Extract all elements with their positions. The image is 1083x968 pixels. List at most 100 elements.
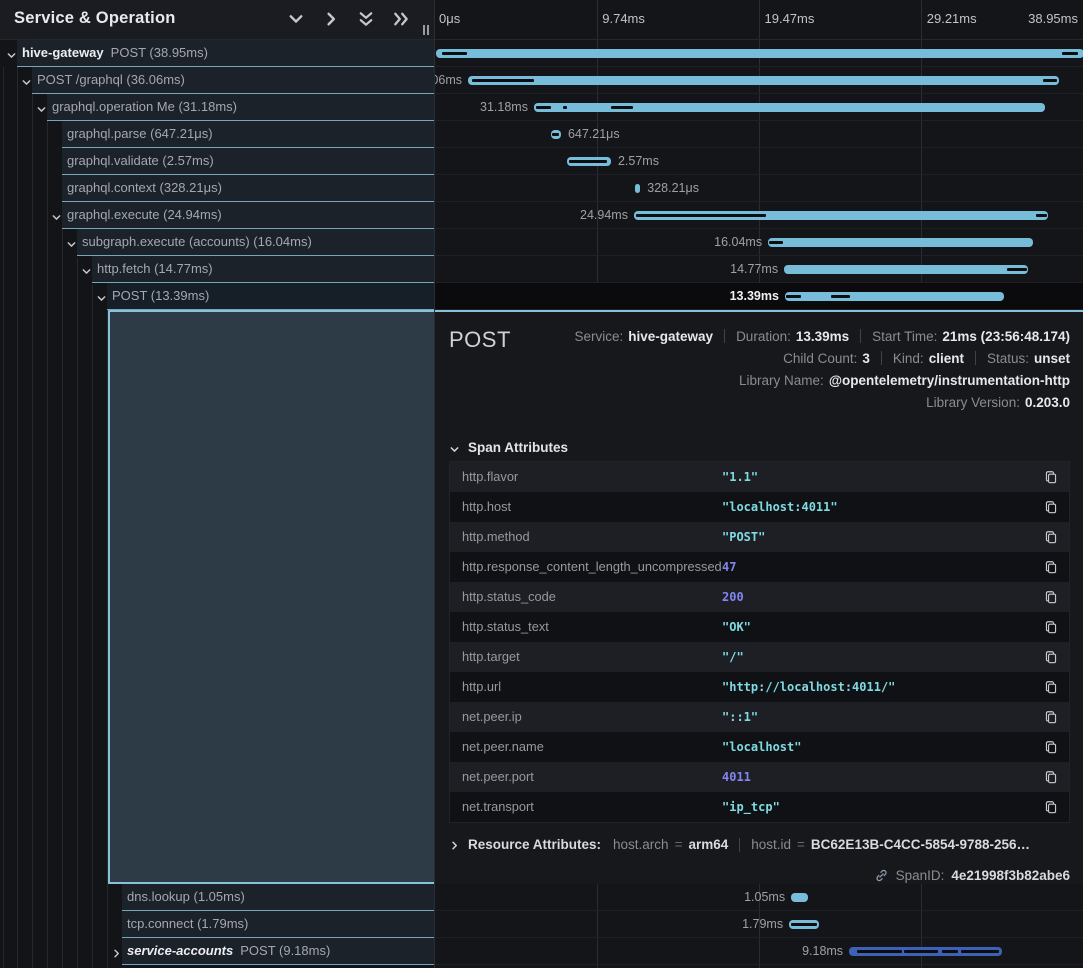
panel-resize-grip[interactable] [423, 25, 429, 35]
span-row-post[interactable]: POST (13.39ms) [0, 283, 434, 310]
span-detail-header-line: Library Name:@opentelemetry/instrumentat… [574, 369, 1070, 391]
timeline-row-graphql-validate: 2.57ms [435, 148, 1083, 175]
timeline-row-post: 13.39ms [435, 283, 1083, 310]
tree-indent-guide [77, 258, 78, 968]
span-detail-panel: POST Service:hive-gatewayDuration:13.39m… [435, 310, 1083, 884]
span-duration-label: 24.94ms [580, 202, 628, 229]
field-label: Start Time: [872, 329, 937, 344]
child-span-mark [1036, 214, 1047, 217]
copy-icon[interactable] [1044, 770, 1058, 784]
double-chevron-down-icon[interactable] [357, 10, 375, 28]
span-row-graphql-context[interactable]: graphql.context (328.21μs) [0, 175, 434, 202]
trace-viewer: Service & Operation hive-gatewayPOST (38… [0, 0, 1083, 968]
chevron-down-icon[interactable] [21, 75, 32, 86]
chevron-down-icon[interactable] [6, 48, 17, 59]
page-title: Service & Operation [14, 9, 176, 28]
resource-key: host.arch [613, 837, 669, 852]
span-row-label: graphql.execute (24.94ms) [67, 202, 430, 228]
resource-value: arm64 [688, 837, 728, 852]
span-bar-post[interactable] [785, 292, 1004, 301]
operation-name: POST (13.39ms) [112, 288, 209, 303]
attribute-key: http.target [462, 642, 520, 672]
span-row-tcp-connect[interactable]: tcp.connect (1.79ms) [0, 911, 434, 938]
resource-key: host.id [751, 837, 791, 852]
copy-icon[interactable] [1044, 710, 1058, 724]
chevron-down-icon[interactable] [449, 442, 460, 453]
attribute-row-http-status-code: http.status_code200 [450, 582, 1069, 612]
span-row-dns-lookup[interactable]: dns.lookup (1.05ms) [0, 884, 434, 911]
chevron-down-icon[interactable] [36, 102, 47, 113]
timeline-tick: 38.95ms [1028, 11, 1078, 26]
copy-icon[interactable] [1044, 530, 1058, 544]
span-bar-dns-lookup[interactable] [791, 893, 808, 902]
copy-icon[interactable] [1044, 470, 1058, 484]
attribute-value: "localhost" [722, 732, 801, 762]
span-attributes-table: http.flavor"1.1"http.host"localhost:4011… [449, 461, 1070, 823]
timeline-panel: 0μs9.74ms19.47ms29.21ms38.95ms 36.06ms31… [434, 0, 1083, 968]
divider [975, 351, 976, 365]
span-bar-http-fetch[interactable] [784, 265, 1028, 274]
operation-name: POST (9.18ms) [240, 943, 330, 958]
span-row-post[interactable]: service-accounts POST (9.18ms) [0, 938, 434, 965]
operation-name: http.fetch (14.77ms) [97, 261, 213, 276]
divider [881, 351, 882, 365]
span-attributes-section-header[interactable]: Span Attributes [449, 440, 568, 455]
timeline-row-post-graphql: 36.06ms [435, 67, 1083, 94]
child-span-mark [904, 950, 938, 953]
chevron-down-icon[interactable] [51, 210, 62, 221]
chevron-down-icon[interactable] [66, 237, 77, 248]
resource-attribute-pair: host.id=BC62E13B-C4CC-5854-9788-256… [751, 837, 1030, 852]
span-bar-graphql-context[interactable] [635, 184, 640, 193]
resource-attributes-row[interactable]: Resource Attributes: host.arch=arm64host… [449, 837, 1070, 852]
child-span-mark [769, 241, 783, 244]
span-duration-label: 36.06ms [435, 67, 462, 94]
span-row-http-fetch[interactable]: http.fetch (14.77ms) [0, 256, 434, 283]
timeline-tick: 19.47ms [765, 11, 815, 26]
attribute-value: 4011 [722, 762, 751, 792]
span-row-graphql-validate[interactable]: graphql.validate (2.57ms) [0, 148, 434, 175]
copy-icon[interactable] [1044, 590, 1058, 604]
span-duration-label: 328.21μs [647, 175, 699, 202]
copy-icon[interactable] [1044, 560, 1058, 574]
chevron-down-icon[interactable] [81, 264, 92, 275]
child-span-mark [1062, 52, 1078, 55]
chevron-down-icon[interactable] [287, 10, 305, 28]
attribute-row-net-peer-port: net.peer.port4011 [450, 762, 1069, 792]
span-bar-post[interactable] [436, 49, 1083, 58]
operation-name: subgraph.execute (accounts) (16.04ms) [82, 234, 312, 249]
attribute-key: http.flavor [462, 462, 518, 492]
chevron-right-icon[interactable] [449, 839, 460, 850]
span-row-label: graphql.validate (2.57ms) [67, 148, 430, 174]
copy-icon[interactable] [1044, 800, 1058, 814]
attribute-value: 200 [722, 582, 744, 612]
attribute-row-http-target: http.target"/" [450, 642, 1069, 672]
chevron-down-icon[interactable] [96, 291, 107, 302]
copy-icon[interactable] [1044, 500, 1058, 514]
span-row-graphql-parse[interactable]: graphql.parse (647.21μs) [0, 121, 434, 148]
field-label: Service: [574, 329, 623, 344]
double-chevron-right-icon[interactable] [392, 10, 410, 28]
child-span-mark [569, 160, 607, 163]
copy-icon[interactable] [1044, 650, 1058, 664]
attribute-value: "1.1" [722, 462, 758, 492]
span-row-subgraph-execute-accounts-[interactable]: subgraph.execute (accounts) (16.04ms) [0, 229, 434, 256]
copy-icon[interactable] [1044, 740, 1058, 754]
span-row-graphql-operation-me[interactable]: graphql.operation Me (31.18ms) [0, 94, 434, 121]
timeline-row-tcp-connect: 1.79ms [435, 911, 1083, 938]
span-row-graphql-execute[interactable]: graphql.execute (24.94ms) [0, 202, 434, 229]
span-bar-subgraph-execute-accounts-[interactable] [768, 238, 1033, 247]
span-duration-label: 1.79ms [742, 911, 783, 938]
copy-icon[interactable] [1044, 680, 1058, 694]
copy-icon[interactable] [1044, 620, 1058, 634]
attribute-row-http-status-text: http.status_text"OK" [450, 612, 1069, 642]
span-bar-post-graphql[interactable] [468, 76, 1059, 85]
chevron-right-icon[interactable] [111, 946, 122, 957]
span-row-post-graphql[interactable]: POST /graphql (36.06ms) [0, 67, 434, 94]
span-row-post[interactable]: hive-gatewayPOST (38.95ms) [0, 40, 434, 67]
timeline-tick: 0μs [439, 11, 460, 26]
service-name: service-accounts [127, 943, 233, 958]
child-span-mark [786, 295, 801, 298]
resource-attributes-label: Resource Attributes: [468, 837, 601, 852]
chevron-right-icon[interactable] [322, 10, 340, 28]
link-icon[interactable] [874, 868, 889, 883]
